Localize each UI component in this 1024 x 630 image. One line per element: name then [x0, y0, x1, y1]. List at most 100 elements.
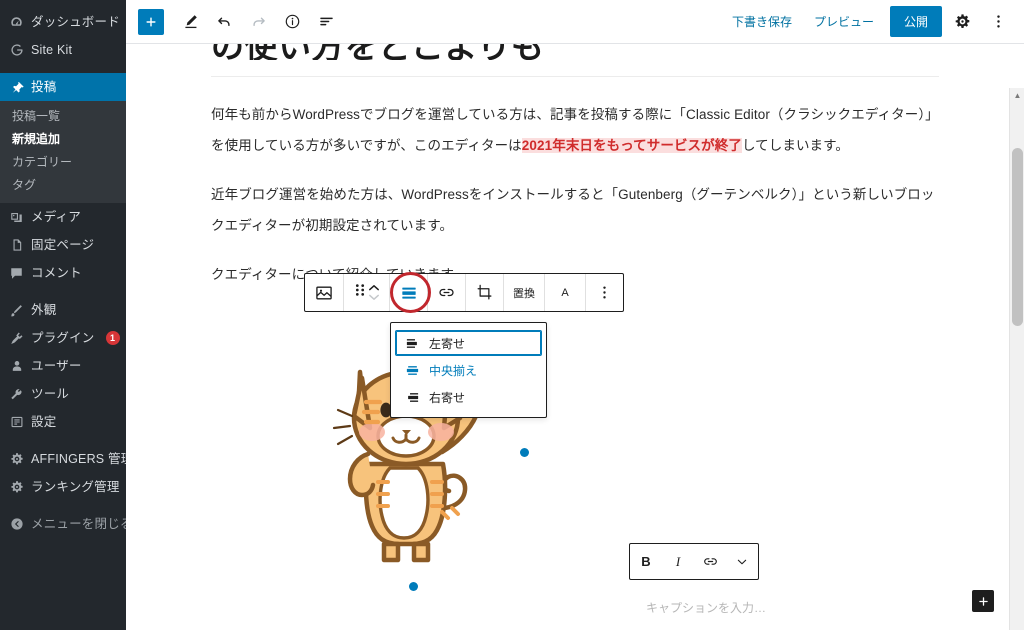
- scroll-up-arrow[interactable]: ▲: [1010, 88, 1024, 103]
- settings-sliders-icon: [8, 414, 25, 431]
- title-divider: [211, 76, 939, 77]
- block-toolbar: 置換 A: [304, 273, 624, 312]
- publish-button[interactable]: 公開: [889, 6, 942, 37]
- image-block-icon[interactable]: [305, 274, 343, 311]
- editor-canvas: の使い方をどこよりも 何年も前からWordPressでブログを運営している方は、…: [126, 44, 1024, 630]
- image-resize-handle-right[interactable]: [520, 448, 529, 457]
- bold-button[interactable]: B: [630, 544, 662, 579]
- block-move-arrows[interactable]: [368, 284, 380, 301]
- editor-main: 下書き保存 プレビュー 公開 の使い方をどこよりも 何年も前からWordPr: [126, 0, 1024, 630]
- sidebar-item-media[interactable]: メディア: [0, 203, 126, 231]
- more-options-icon[interactable]: [585, 274, 623, 311]
- editor-header-bar: 下書き保存 プレビュー 公開: [126, 0, 1024, 44]
- page-title[interactable]: の使い方をどこよりも: [195, 44, 955, 60]
- sidebar-item-label: ツール: [31, 386, 70, 401]
- align-button[interactable]: [389, 274, 427, 311]
- comment-icon: [8, 265, 25, 282]
- image-resize-handle-bottom[interactable]: [409, 582, 418, 591]
- inline-format-toolbar: B I: [629, 543, 759, 580]
- gear-icon: [8, 479, 25, 496]
- scrollbar-thumb[interactable]: [1012, 148, 1023, 326]
- sidebar-item-label: ダッシュボード: [31, 14, 120, 29]
- google-g-icon: [8, 42, 25, 59]
- sidebar-item-label: 投稿: [31, 79, 57, 94]
- sidebar-item-appearance[interactable]: 外観: [0, 296, 126, 324]
- user-icon: [8, 358, 25, 375]
- sidebar-item-plugins[interactable]: プラグイン 1: [0, 324, 126, 352]
- undo-icon[interactable]: [208, 6, 240, 38]
- submenu-item-categories[interactable]: カテゴリー: [0, 151, 126, 174]
- link-icon[interactable]: [427, 274, 465, 311]
- paragraph-block-2[interactable]: 近年ブログ運営を始めた方は、WordPressをインストールすると「Gutenb…: [195, 179, 955, 241]
- edit-pencil-icon[interactable]: [174, 6, 206, 38]
- drag-handle-icon[interactable]: [354, 282, 366, 303]
- sidebar-item-pages[interactable]: 固定ページ: [0, 231, 126, 259]
- gear-icon[interactable]: [946, 6, 978, 38]
- caption-input[interactable]: キャプションを入力…: [606, 599, 806, 616]
- sidebar-item-posts[interactable]: 投稿: [0, 73, 126, 101]
- dashboard-icon: [8, 14, 25, 31]
- paragraph-1-text-post: してしまいます。: [741, 138, 849, 153]
- sidebar-item-users[interactable]: ユーザー: [0, 352, 126, 380]
- sidebar-item-site-kit[interactable]: Site Kit: [0, 36, 126, 64]
- submenu-item-add-new[interactable]: 新規追加: [0, 128, 126, 151]
- vertical-scrollbar[interactable]: ▲ ▼: [1009, 88, 1024, 630]
- add-block-button[interactable]: [138, 8, 164, 35]
- sidebar-item-label: メディア: [31, 209, 81, 224]
- wrench-icon: [8, 386, 25, 403]
- pages-icon: [8, 237, 25, 254]
- paragraph-1-highlight: 2021年末日をもってサービスが終了: [521, 138, 742, 153]
- gear-icon: [8, 451, 25, 468]
- block-mover[interactable]: [343, 274, 389, 311]
- replace-button[interactable]: 置換: [503, 274, 544, 311]
- align-option-center[interactable]: 中央揃え: [395, 357, 542, 383]
- post-document: の使い方をどこよりも 何年も前からWordPressでブログを運営している方は、…: [126, 44, 1024, 290]
- text-style-button[interactable]: A: [544, 274, 585, 311]
- paragraph-block-1[interactable]: 何年も前からWordPressでブログを運営している方は、記事を投稿する際に「C…: [195, 99, 955, 161]
- sidebar-item-ranking-admin[interactable]: ランキング管理: [0, 473, 126, 501]
- pin-icon: [8, 79, 25, 96]
- sidebar-item-label: AFFINGERS 管理: [31, 451, 126, 466]
- sidebar-item-label: 設定: [31, 414, 57, 429]
- sidebar-item-tools[interactable]: ツール: [0, 380, 126, 408]
- italic-button[interactable]: I: [662, 544, 694, 579]
- redo-icon[interactable]: [242, 6, 274, 38]
- sidebar-item-label: プラグイン: [31, 330, 95, 345]
- sidebar-item-label: ランキング管理: [31, 479, 120, 494]
- link-icon[interactable]: [694, 544, 726, 579]
- align-option-right[interactable]: 右寄せ: [395, 384, 542, 410]
- sidebar-item-dashboard[interactable]: ダッシュボード: [0, 8, 126, 36]
- info-icon[interactable]: [276, 6, 308, 38]
- kebab-menu-icon[interactable]: [982, 6, 1014, 38]
- submenu-item-all-posts[interactable]: 投稿一覧: [0, 105, 126, 128]
- plugin-icon: [8, 330, 25, 347]
- align-left-icon: [404, 335, 420, 351]
- sidebar-item-comments[interactable]: コメント: [0, 259, 126, 287]
- header-tools-right: 下書き保存 プレビュー 公開: [722, 6, 1014, 38]
- media-icon: [8, 209, 25, 226]
- appearance-brush-icon: [8, 302, 25, 319]
- content-column: の使い方をどこよりも 何年も前からWordPressでブログを運営している方は、…: [195, 44, 955, 290]
- sidebar-item-label: 外観: [31, 302, 57, 317]
- submenu-item-tags[interactable]: タグ: [0, 174, 126, 197]
- sidebar-item-settings[interactable]: 設定: [0, 408, 126, 436]
- sidebar-item-affingers-admin[interactable]: AFFINGERS 管理: [0, 445, 126, 473]
- crop-icon[interactable]: [465, 274, 503, 311]
- sidebar-item-label: メニューを閉じる: [31, 516, 126, 531]
- preview-button[interactable]: プレビュー: [804, 7, 884, 36]
- list-view-icon[interactable]: [310, 6, 342, 38]
- sidebar-divider-3: [0, 436, 126, 445]
- sidebar-item-collapse-menu[interactable]: メニューを閉じる: [0, 510, 126, 538]
- admin-sidebar: ダッシュボード Site Kit 投稿 投稿一覧 新規追加 カテゴリー タグ メ…: [0, 0, 126, 630]
- chevron-down-icon[interactable]: [726, 544, 758, 579]
- align-option-label: 左寄せ: [429, 336, 466, 351]
- align-option-left[interactable]: 左寄せ: [395, 330, 542, 356]
- add-block-bottom-button[interactable]: [972, 590, 994, 612]
- sidebar-divider-4: [0, 501, 126, 510]
- align-dropdown-menu: 左寄せ 中央揃え 右寄せ: [390, 322, 547, 418]
- align-right-icon: [404, 389, 420, 405]
- sidebar-item-label: コメント: [31, 265, 82, 280]
- align-center-icon: [404, 362, 420, 378]
- sidebar-item-label: 固定ページ: [31, 237, 95, 252]
- save-draft-button[interactable]: 下書き保存: [722, 7, 802, 36]
